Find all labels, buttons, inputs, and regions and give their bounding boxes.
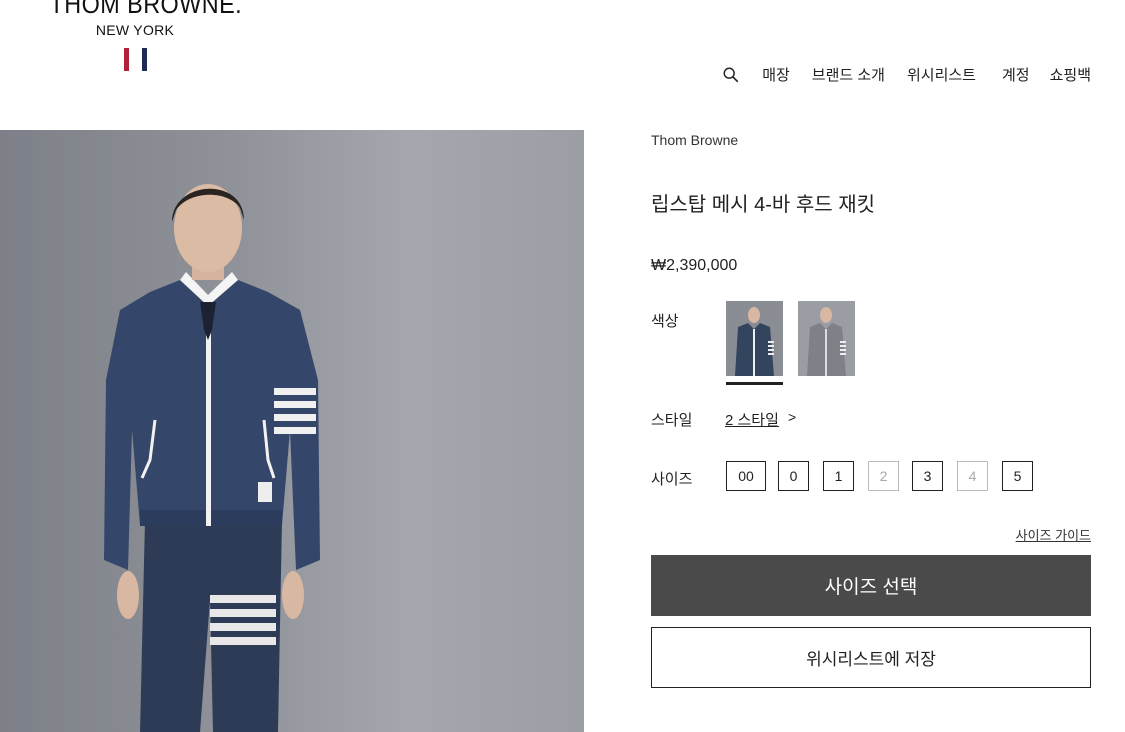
- product-brand[interactable]: Thom Browne: [651, 132, 738, 148]
- product-main-image[interactable]: [0, 130, 584, 732]
- save-to-wishlist-button[interactable]: 위시리스트에 저장: [651, 627, 1091, 688]
- size-option-4[interactable]: 4: [957, 461, 988, 491]
- nav-brand-about[interactable]: 브랜드 소개: [812, 64, 885, 85]
- main-nav: 매장 브랜드 소개 위시리스트 계정 쇼핑백: [722, 64, 1091, 85]
- navy-jacket-thumbnail: [726, 301, 783, 376]
- size-option-5[interactable]: 5: [1002, 461, 1033, 491]
- size-option-2[interactable]: 2: [868, 461, 899, 491]
- nav-stores[interactable]: 매장: [762, 64, 790, 85]
- logo-subtitle: NEW YORK: [95, 22, 175, 38]
- nav-account[interactable]: 계정: [1002, 64, 1030, 85]
- color-label: 색상: [651, 313, 679, 330]
- chevron-right-icon[interactable]: >: [788, 409, 796, 425]
- style-label: 스타일: [651, 412, 693, 429]
- product-price: ₩2,390,000: [651, 257, 738, 274]
- nav-wishlist[interactable]: 위시리스트: [907, 64, 976, 85]
- nav-shopping-bag[interactable]: 쇼핑백: [1050, 64, 1091, 85]
- logo-wordmark: THOM BROWNE.: [49, 0, 243, 19]
- size-label: 사이즈: [651, 471, 693, 488]
- size-option-3[interactable]: 3: [912, 461, 943, 491]
- brand-logo[interactable]: THOM BROWNE. NEW YORK: [40, 0, 243, 71]
- size-option-1[interactable]: 1: [823, 461, 854, 491]
- color-swatch-navy[interactable]: [726, 301, 783, 385]
- grey-jacket-thumbnail: [798, 301, 855, 376]
- style-options-link[interactable]: 2 스타일: [725, 409, 779, 430]
- size-option-00[interactable]: 00: [726, 461, 766, 491]
- tricolor-flag-icon: [40, 48, 230, 71]
- color-swatch-grey[interactable]: [798, 301, 855, 376]
- select-size-button[interactable]: 사이즈 선택: [651, 555, 1091, 616]
- model-jacket-photo: [104, 184, 320, 732]
- size-guide-link[interactable]: 사이즈 가이드: [1016, 525, 1091, 544]
- size-option-0[interactable]: 0: [778, 461, 809, 491]
- product-title: 립스탑 메시 4-바 후드 재킷: [651, 194, 876, 216]
- search-icon[interactable]: [722, 66, 740, 84]
